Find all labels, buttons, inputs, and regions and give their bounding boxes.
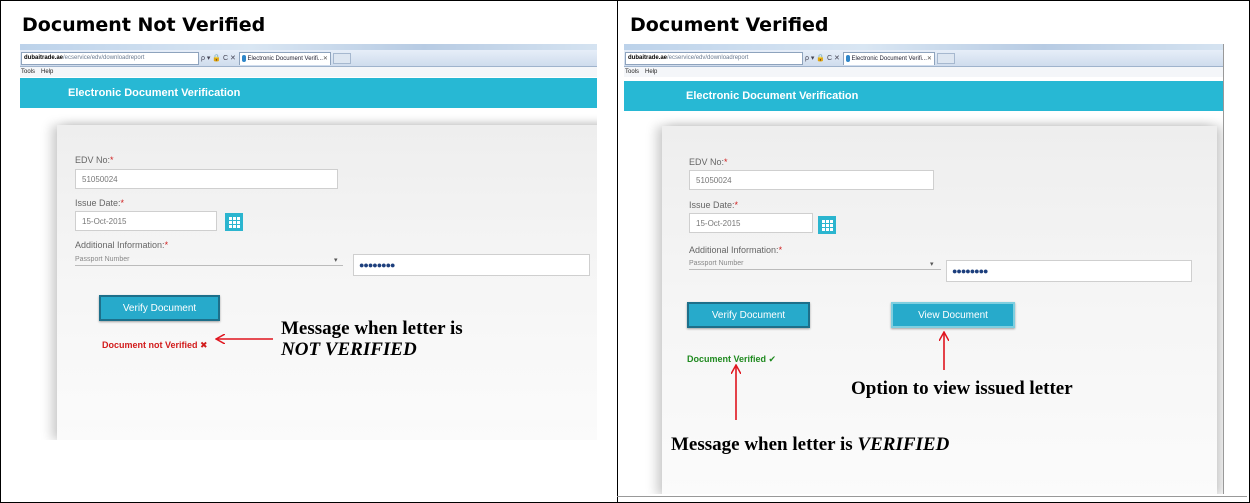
chevron-down-icon: ▾ bbox=[930, 261, 934, 268]
browser-menu: Tools Help bbox=[20, 67, 597, 77]
calendar-icon[interactable] bbox=[225, 213, 243, 231]
annotation-verified: Message when letter is VERIFIED bbox=[671, 434, 950, 455]
chevron-down-icon: ▾ bbox=[334, 257, 338, 264]
verify-document-button[interactable]: Verify Document bbox=[687, 302, 810, 328]
app-header: Electronic Document Verification bbox=[624, 81, 1223, 111]
heading-not-verified: Document Not Verified bbox=[22, 14, 266, 36]
new-tab-button[interactable] bbox=[936, 52, 955, 64]
view-document-button[interactable]: View Document bbox=[891, 302, 1015, 328]
tab-title: Electronic Document Verifi... bbox=[247, 55, 323, 62]
issue-date-label: Issue Date:* bbox=[689, 200, 739, 210]
address-domain: dubaitrade.ae bbox=[24, 55, 64, 61]
new-tab-button[interactable] bbox=[332, 52, 351, 64]
issue-date-input[interactable]: 15-Oct-2015 bbox=[689, 213, 813, 233]
browser-toolbar: dubaitrade.ae/ecservice/edv/downloadrepo… bbox=[624, 50, 1223, 67]
edv-input[interactable]: 51050024 bbox=[689, 170, 934, 190]
edv-label: EDV No:* bbox=[75, 155, 114, 165]
additional-info-label: Additional Information:* bbox=[75, 240, 169, 250]
address-action-icons[interactable]: ρ ▾ 🔒 C ✕ bbox=[805, 54, 840, 62]
verify-document-button[interactable]: Verify Document bbox=[99, 295, 220, 321]
menu-help[interactable]: Help bbox=[645, 69, 657, 75]
address-bar[interactable]: dubaitrade.ae/ecservice/edv/downloadrepo… bbox=[625, 51, 803, 65]
id-type-select[interactable]: Passport Number bbox=[75, 254, 343, 266]
browser-toolbar: dubaitrade.ae/ecservice/edv/downloadrepo… bbox=[20, 50, 597, 67]
app-header: Electronic Document Verification bbox=[20, 78, 597, 108]
heading-verified: Document Verified bbox=[630, 14, 829, 36]
annotation-not-verified: Message when letter is NOT VERIFIED bbox=[281, 318, 463, 360]
browser-tab[interactable]: Electronic Document Verifi... ✕ bbox=[842, 51, 935, 65]
annotation-view-option: Option to view issued letter bbox=[851, 378, 1073, 399]
id-type-select[interactable]: Passport Number bbox=[689, 258, 941, 270]
menu-tools[interactable]: Tools bbox=[21, 69, 35, 75]
close-icon[interactable]: ✕ bbox=[927, 55, 932, 62]
close-icon[interactable]: ✕ bbox=[323, 55, 328, 62]
browser-tab[interactable]: Electronic Document Verifi... ✕ bbox=[238, 51, 331, 65]
address-path: /ecservice/edv/downloadreport bbox=[63, 55, 145, 61]
column-divider bbox=[617, 0, 618, 503]
address-domain: dubaitrade.ae bbox=[628, 55, 668, 61]
favicon-icon bbox=[241, 55, 246, 62]
passport-number-input[interactable]: ●●●●●●●● bbox=[353, 254, 590, 276]
verification-form: EDV No:* 51050024 Issue Date:* 15-Oct-20… bbox=[57, 125, 597, 440]
additional-info-label: Additional Information:* bbox=[689, 245, 783, 255]
passport-number-input[interactable]: ●●●●●●●● bbox=[946, 260, 1192, 282]
address-path: /ecservice/edv/downloadreport bbox=[667, 55, 749, 61]
address-action-icons[interactable]: ρ ▾ 🔒 C ✕ bbox=[201, 54, 236, 62]
tab-title: Electronic Document Verifi... bbox=[851, 55, 927, 62]
favicon-icon bbox=[845, 55, 850, 62]
calendar-icon[interactable] bbox=[818, 216, 836, 234]
app-title: Electronic Document Verification bbox=[68, 87, 241, 99]
issue-date-label: Issue Date:* bbox=[75, 198, 125, 208]
address-bar[interactable]: dubaitrade.ae/ecservice/edv/downloadrepo… bbox=[21, 51, 199, 65]
screenshot-not-verified: dubaitrade.ae/ecservice/edv/downloadrepo… bbox=[20, 44, 597, 440]
issue-date-input[interactable]: 15-Oct-2015 bbox=[75, 211, 217, 231]
browser-menu: Tools Help bbox=[624, 67, 1223, 77]
app-title: Electronic Document Verification bbox=[686, 90, 859, 102]
edv-input[interactable]: 51050024 bbox=[75, 169, 338, 189]
menu-help[interactable]: Help bbox=[41, 69, 53, 75]
row-divider bbox=[617, 496, 1247, 497]
status-not-verified: Document not Verified ✖ bbox=[102, 340, 208, 350]
status-verified: Document Verified ✔ bbox=[687, 354, 777, 364]
edv-label: EDV No:* bbox=[689, 157, 728, 167]
screenshot-verified: dubaitrade.ae/ecservice/edv/downloadrepo… bbox=[624, 44, 1224, 494]
menu-tools[interactable]: Tools bbox=[625, 69, 639, 75]
